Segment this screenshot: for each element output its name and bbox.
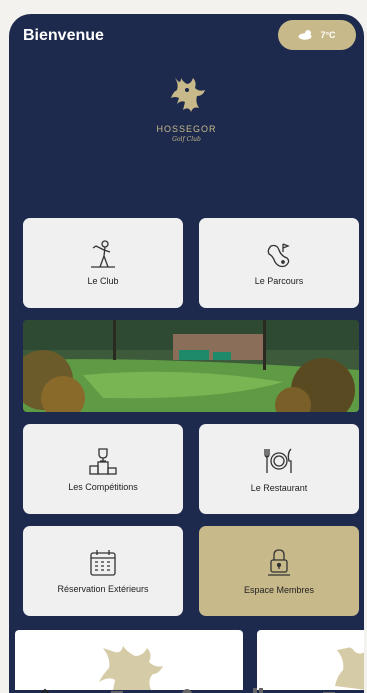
logo-name: HOSSEGOR [156, 124, 217, 134]
promo-card[interactable] [15, 630, 243, 690]
promo-card[interactable] [257, 630, 364, 690]
menu-icon[interactable] [110, 688, 123, 693]
tile-label: Le Parcours [254, 276, 304, 286]
tile-label: Réservation Extérieurs [57, 584, 149, 594]
club-logo: HOSSEGOR Golf Club [137, 74, 237, 143]
course-map-icon [265, 240, 293, 270]
app-screen: Bienvenue 7°C HOSSEGOR Golf Club Le Club… [9, 14, 364, 693]
golf-course-photo [23, 320, 359, 412]
tile-reservation-exterieurs[interactable]: Réservation Extérieurs [23, 526, 183, 616]
greeting-text: Bienvenue [23, 27, 104, 44]
home-icon[interactable] [38, 688, 52, 693]
tile-label: Le Club [87, 276, 119, 286]
tile-label: Les Compétitions [68, 482, 138, 492]
grid-icon[interactable] [252, 688, 264, 693]
tile-label: Le Restaurant [250, 483, 308, 493]
weather-badge[interactable]: 7°C [278, 20, 356, 50]
tile-le-restaurant[interactable]: Le Restaurant [199, 424, 359, 514]
calendar-icon [88, 548, 118, 578]
tile-espace-membres[interactable]: Espace Membres [199, 526, 359, 616]
padlock-icon [264, 547, 294, 579]
bottom-navigation [9, 686, 364, 693]
more-icon[interactable] [322, 688, 335, 693]
header: Bienvenue 7°C [9, 14, 364, 58]
logo-subtitle: Golf Club [172, 136, 201, 143]
trophy-podium-icon [88, 446, 118, 476]
golfer-icon [89, 240, 117, 270]
tile-le-club[interactable]: Le Club [23, 218, 183, 308]
user-icon[interactable] [181, 688, 193, 693]
cloud-icon [298, 29, 314, 42]
lion-crest-icon [137, 74, 237, 118]
tile-les-competitions[interactable]: Les Compétitions [23, 424, 183, 514]
tile-label: Espace Membres [243, 585, 315, 595]
tile-le-parcours[interactable]: Le Parcours [199, 218, 359, 308]
plate-cutlery-icon [264, 445, 294, 477]
temperature-text: 7°C [320, 30, 336, 40]
